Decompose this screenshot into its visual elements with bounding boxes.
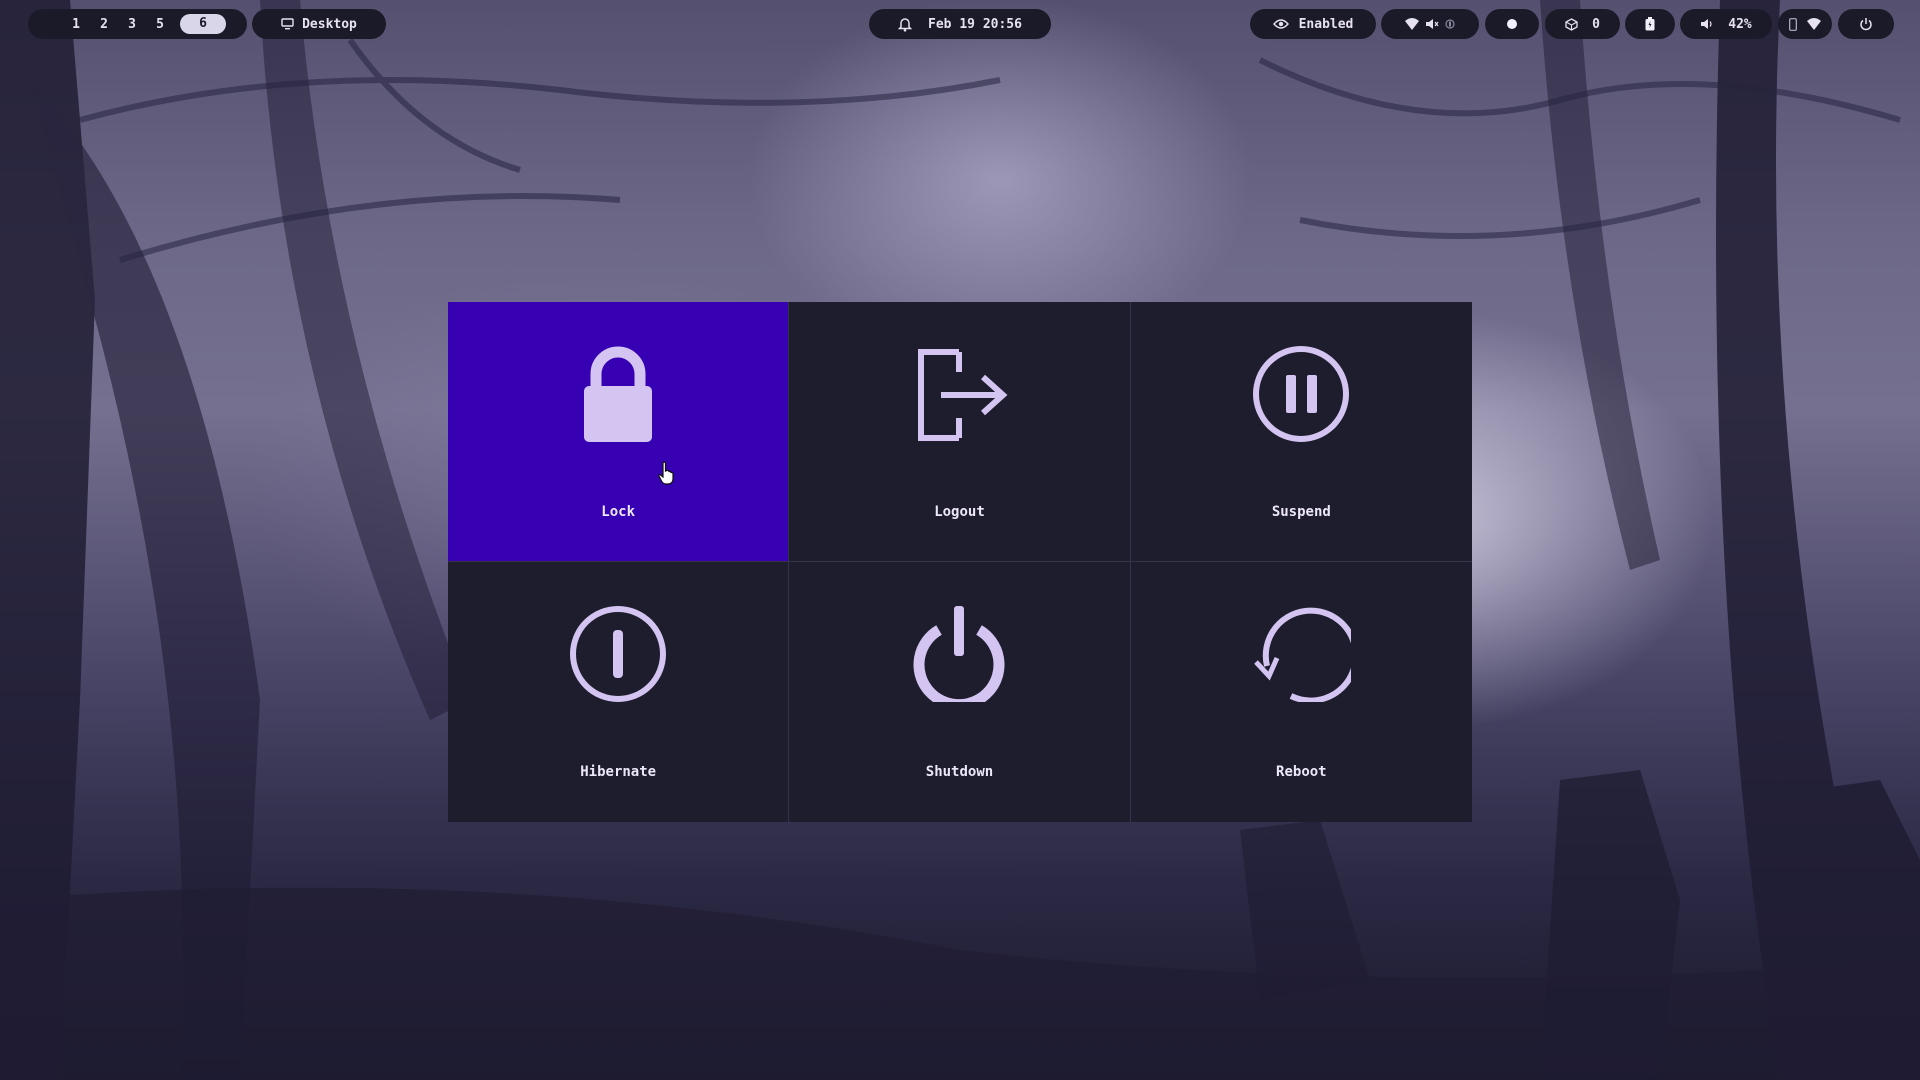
clock-text: Feb 19 20:56 [928, 16, 1022, 32]
shutdown-label: Shutdown [925, 764, 994, 780]
volume-level: 42% [1728, 16, 1752, 32]
logout-icon [918, 349, 1008, 441]
logout-option[interactable]: Logout [789, 302, 1131, 562]
lock-label: Lock [601, 504, 636, 520]
workspace-button-3[interactable]: 3 [118, 17, 146, 32]
package-icon [1565, 17, 1578, 31]
bell-icon[interactable] [898, 17, 913, 32]
network-audio-status[interactable] [1381, 9, 1479, 39]
logout-label: Logout [934, 504, 985, 520]
record-indicator[interactable] [1485, 9, 1539, 39]
workspace-button-2[interactable]: 2 [90, 17, 118, 32]
desktop-indicator[interactable]: Desktop [252, 9, 386, 39]
hand-cursor-icon [657, 461, 677, 489]
system-tray [1778, 9, 1832, 39]
wifi-tray-icon[interactable] [1807, 18, 1821, 30]
volume-widget[interactable]: 42% [1680, 9, 1772, 39]
record-dot-icon [1506, 18, 1518, 30]
power-menu: Lock Logout Suspend Hibernate Shutdown R… [448, 302, 1472, 822]
power-icon [1859, 17, 1873, 31]
speaker-muted-icon [1425, 18, 1439, 30]
power-button[interactable] [1838, 9, 1894, 39]
suspend-label: Suspend [1271, 504, 1331, 520]
idle-inhibitor[interactable]: Enabled [1250, 9, 1376, 39]
top-bar: 1 2 3 5 6 Desktop Feb 19 20:56 Enabled 0… [0, 9, 1920, 39]
workspace-button-1[interactable]: 1 [62, 17, 90, 32]
updates-count: 0 [1592, 16, 1600, 32]
battery-icon [1645, 17, 1655, 31]
workspace-button-5[interactable]: 5 [146, 17, 174, 32]
suspend-icon [1253, 346, 1350, 442]
microphone-icon [1445, 18, 1455, 30]
workspace-button-active[interactable]: 6 [180, 14, 226, 34]
workspace-switcher: 1 2 3 5 6 [28, 9, 247, 39]
hibernate-option[interactable]: Hibernate [448, 562, 790, 822]
hibernate-icon [570, 606, 667, 702]
desktop-label: Desktop [302, 16, 357, 32]
suspend-option[interactable]: Suspend [1130, 302, 1472, 562]
eye-icon [1272, 18, 1289, 30]
reboot-label: Reboot [1276, 764, 1327, 780]
phone-icon[interactable] [1789, 17, 1797, 31]
volume-icon [1700, 18, 1714, 30]
reboot-icon [1254, 607, 1352, 702]
shutdown-icon [913, 606, 1005, 702]
battery-widget[interactable] [1625, 9, 1675, 39]
updates-widget[interactable]: 0 [1545, 9, 1620, 39]
clock-widget[interactable]: Feb 19 20:56 [869, 9, 1051, 39]
lock-icon [584, 346, 653, 442]
shutdown-option[interactable]: Shutdown [789, 562, 1131, 822]
lock-option[interactable]: Lock [448, 302, 790, 562]
idle-inhibitor-status: Enabled [1298, 16, 1354, 32]
monitor-icon [281, 18, 294, 30]
hibernate-label: Hibernate [580, 764, 657, 780]
reboot-option[interactable]: Reboot [1130, 562, 1472, 822]
wifi-icon [1405, 18, 1419, 30]
